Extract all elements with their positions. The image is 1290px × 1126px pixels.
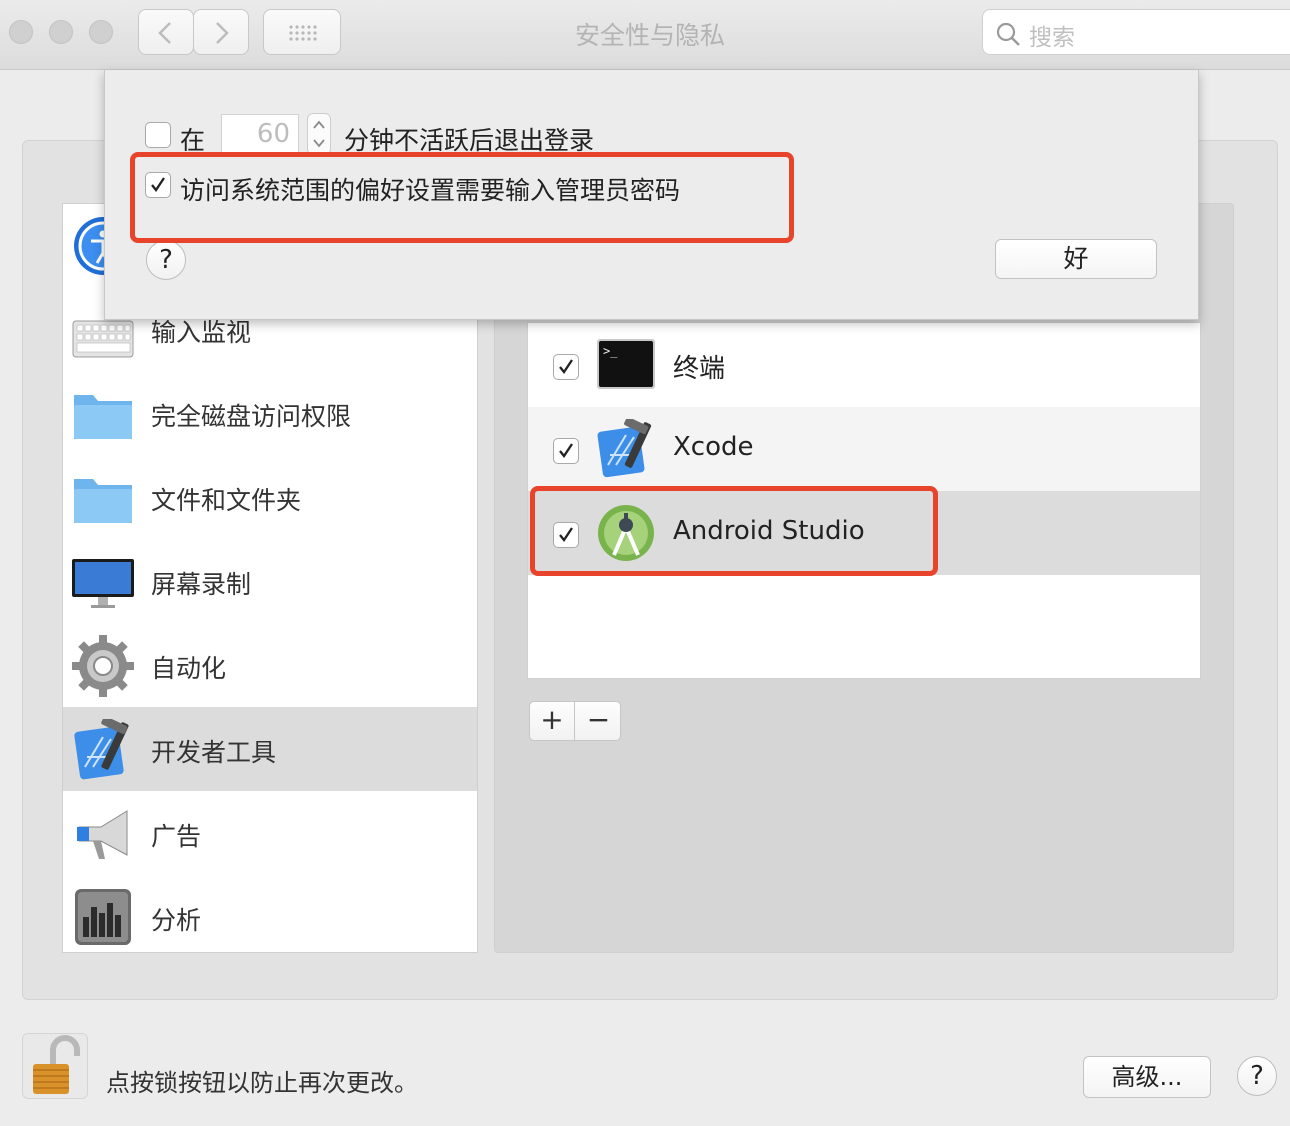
display-icon [72, 559, 134, 608]
back-button[interactable] [138, 9, 194, 55]
sidebar-item-advertising[interactable]: 广告 [63, 791, 477, 875]
stepper-arrows-icon [313, 120, 325, 148]
grid-icon [288, 24, 318, 42]
search-placeholder: 搜索 [1029, 25, 1075, 51]
sidebar-item-label: 自动化 [151, 654, 227, 683]
logout-minutes-field[interactable]: 60 [221, 114, 299, 154]
app-row-xcode[interactable]: Xcode [528, 407, 1200, 491]
app-row-terminal[interactable]: >_ 终端 [528, 323, 1200, 407]
ok-button[interactable]: 好 [995, 239, 1157, 279]
sidebar-item-label: 分析 [151, 906, 202, 935]
sidebar-item-label: 广告 [151, 822, 202, 851]
app-name: 终端 [673, 354, 726, 384]
checkmark-icon [559, 359, 573, 374]
logout-checkbox[interactable] [145, 122, 171, 148]
folder-icon [74, 395, 132, 439]
sidebar-item-full-disk-access[interactable]: 完全磁盘访问权限 [63, 371, 477, 455]
window-title: 安全性与隐私 [574, 21, 725, 50]
chevron-left-icon [158, 22, 171, 44]
folder-icon [74, 479, 132, 523]
search-icon [996, 22, 1020, 46]
close-window-button[interactable] [9, 20, 33, 44]
title-bar: 安全性与隐私 搜索 [0, 0, 1290, 70]
svg-text:>_: >_ [603, 344, 618, 358]
show-all-button[interactable] [263, 9, 341, 55]
xcode-icon [597, 419, 652, 478]
checkmark-icon [559, 443, 573, 458]
sidebar-item-files-and-folders[interactable]: 文件和文件夹 [63, 455, 477, 539]
analytics-icon [75, 889, 131, 945]
app-checkbox[interactable] [553, 438, 579, 464]
unlocked-padlock-icon [33, 1035, 80, 1094]
sheet-help-button[interactable]: ? [146, 240, 186, 280]
app-name: Xcode [673, 432, 754, 462]
sidebar-item-automation[interactable]: 自动化 [63, 623, 477, 707]
forward-button[interactable] [193, 9, 249, 55]
add-remove-control: + − [529, 701, 621, 741]
add-app-button[interactable]: + [530, 702, 575, 740]
sidebar-item-label: 开发者工具 [151, 738, 277, 767]
sidebar-item-label: 屏幕录制 [151, 570, 252, 599]
app-row-empty [528, 575, 1200, 659]
zoom-window-button[interactable] [89, 20, 113, 44]
advanced-button[interactable]: 高级... [1083, 1056, 1211, 1098]
lock-button[interactable] [22, 1033, 88, 1099]
sidebar-item-label: 文件和文件夹 [151, 486, 302, 515]
chevron-right-icon [216, 22, 229, 44]
remove-app-button[interactable]: − [576, 702, 621, 740]
search-field[interactable]: 搜索 [982, 9, 1290, 55]
sidebar-item-analytics[interactable]: 分析 [63, 875, 477, 952]
sidebar-item-label: 完全磁盘访问权限 [151, 402, 352, 431]
logout-minutes-stepper[interactable] [307, 113, 331, 155]
gear-icon [72, 635, 134, 697]
highlight-admin-password [130, 152, 794, 243]
terminal-icon: >_ [597, 339, 655, 389]
app-checkbox[interactable] [553, 354, 579, 380]
minimize-window-button[interactable] [49, 20, 73, 44]
lock-status-text: 点按锁按钮以防止再次更改。 [106, 1069, 418, 1097]
sidebar-item-developer-tools[interactable]: 开发者工具 [63, 707, 477, 791]
xcode-icon [74, 719, 129, 780]
help-button[interactable]: ? [1237, 1056, 1277, 1096]
megaphone-icon [77, 810, 128, 859]
highlight-android-studio [530, 486, 938, 576]
sidebar-item-screen-recording[interactable]: 屏幕录制 [63, 539, 477, 623]
